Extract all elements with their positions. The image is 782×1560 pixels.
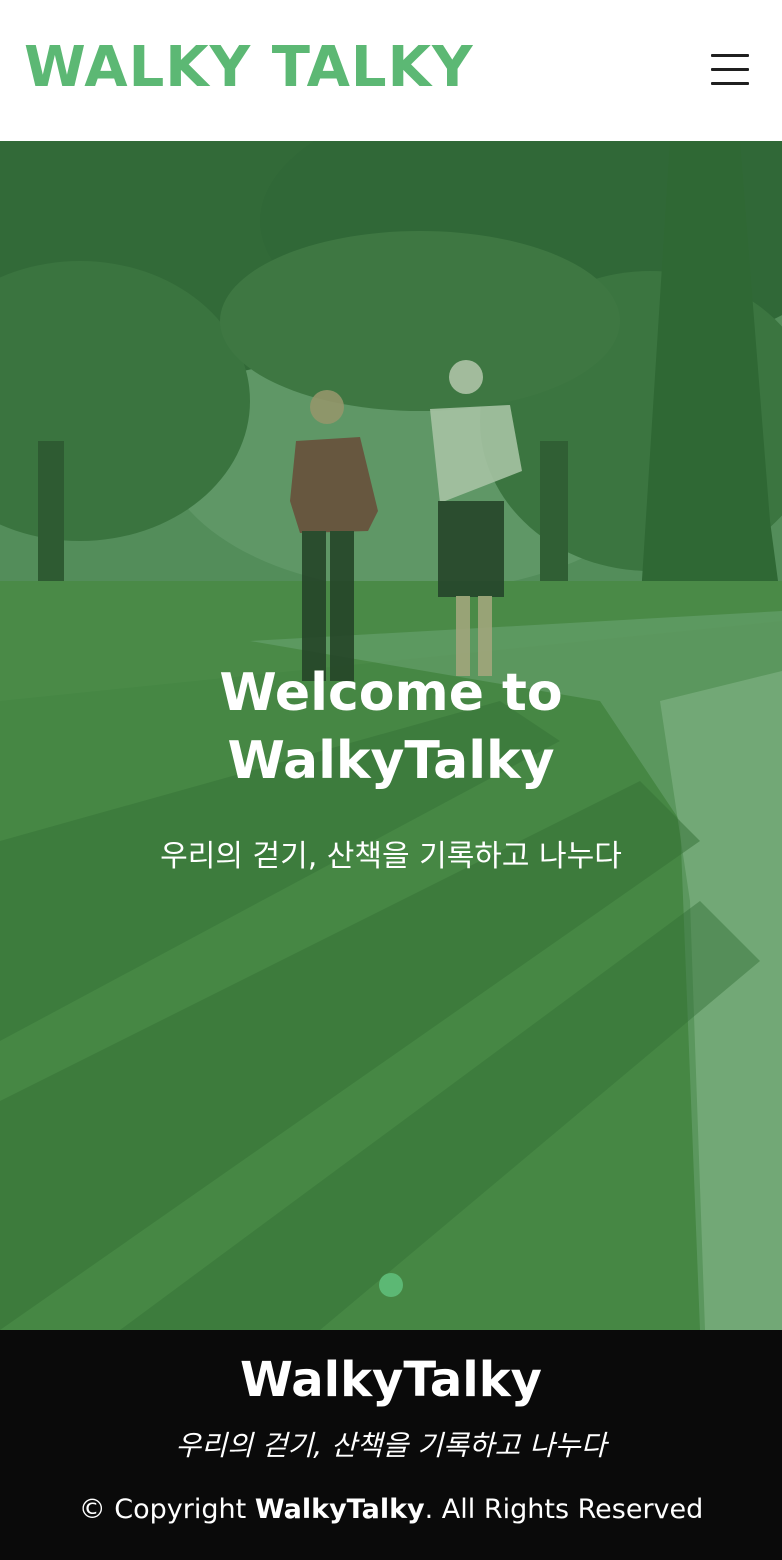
hero-title-line2: WalkyTalky [227,731,555,791]
menu-bar [711,54,749,57]
hero-title: Welcome to WalkyTalky [0,659,782,795]
copyright-brand: WalkyTalky [254,1494,425,1525]
hero-title-line1: Welcome to [219,663,563,723]
footer-brand: WalkyTalky [240,1352,542,1408]
copyright-prefix: © Copyright [78,1494,255,1525]
hero-subtitle: 우리의 걷기, 산책을 기록하고 나누다 [160,839,622,874]
hero-carousel: Welcome to WalkyTalky 우리의 걷기, 산책을 기록하고 나… [0,141,782,1330]
footer-tagline: 우리의 걷기, 산책을 기록하고 나누다 [175,1429,607,1462]
hamburger-menu-icon[interactable] [708,50,752,90]
site-footer: WalkyTalky 우리의 걷기, 산책을 기록하고 나누다 © Copyri… [0,1330,782,1560]
site-header: WALKY TALKY [0,0,782,141]
menu-bar [711,68,749,71]
carousel-indicator-active[interactable] [379,1273,403,1297]
footer-copyright: © Copyright WalkyTalky. All Rights Reser… [0,1490,782,1530]
menu-bar [711,82,749,85]
site-logo[interactable]: WALKY TALKY [24,32,474,104]
copyright-suffix: . All Rights Reserved [424,1494,704,1525]
